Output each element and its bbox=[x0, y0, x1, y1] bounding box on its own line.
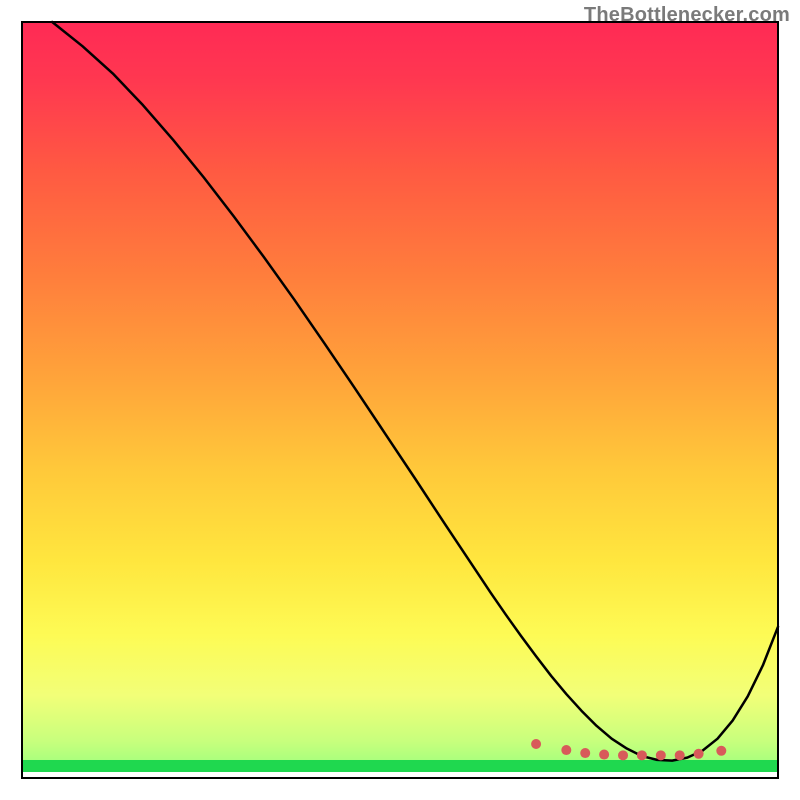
green-band bbox=[22, 760, 778, 772]
marker-dot bbox=[675, 750, 685, 760]
marker-dot bbox=[637, 750, 647, 760]
bottleneck-chart bbox=[0, 0, 800, 800]
marker-dot bbox=[716, 746, 726, 756]
marker-dot bbox=[656, 750, 666, 760]
marker-dot bbox=[531, 739, 541, 749]
marker-dot bbox=[599, 750, 609, 760]
marker-dot bbox=[618, 750, 628, 760]
marker-dot bbox=[561, 745, 571, 755]
attribution-text: TheBottlenecker.com bbox=[584, 4, 790, 27]
gradient-background bbox=[22, 22, 778, 770]
chart-stage: TheBottlenecker.com bbox=[0, 0, 800, 800]
marker-dot bbox=[694, 749, 704, 759]
marker-dot bbox=[580, 748, 590, 758]
